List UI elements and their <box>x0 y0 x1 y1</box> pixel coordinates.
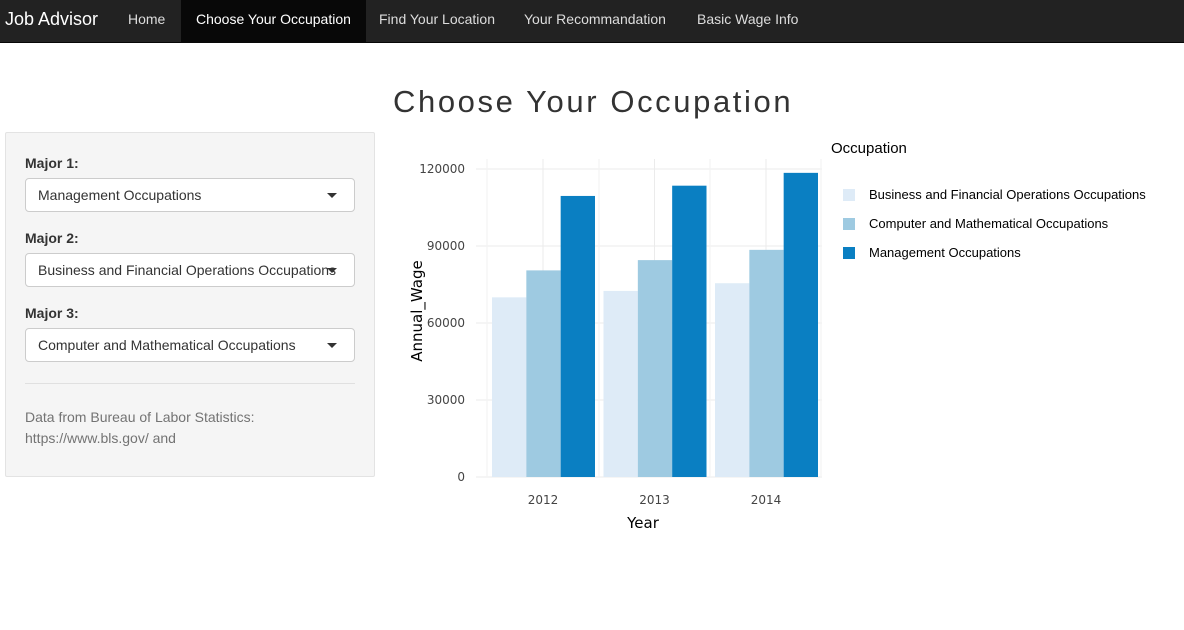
bar <box>492 297 527 477</box>
y-tick-label: 60000 <box>427 316 465 330</box>
major2-select[interactable]: Business and Financial Operations Occupa… <box>25 253 355 287</box>
chevron-down-icon <box>327 343 337 348</box>
nav-home[interactable]: Home <box>113 0 180 43</box>
bar <box>637 260 673 477</box>
data-source-url[interactable]: https://www.bls.gov/ and <box>25 428 355 449</box>
major2-value: Business and Financial Operations Occupa… <box>38 262 337 278</box>
nav-recommendation[interactable]: Your Recommandation <box>509 0 681 43</box>
legend-swatch <box>843 189 855 201</box>
nav-basic-wage-info[interactable]: Basic Wage Info <box>682 0 813 43</box>
bar <box>526 270 561 477</box>
nav-find-location[interactable]: Find Your Location <box>364 0 510 43</box>
x-tick-label: 2014 <box>751 493 782 507</box>
major1-select[interactable]: Management Occupations <box>25 178 355 212</box>
y-tick-label: 0 <box>457 470 465 484</box>
legend-swatch <box>843 247 855 259</box>
y-tick-label: 120000 <box>419 162 465 176</box>
bar <box>603 290 638 477</box>
wage-bar-chart: 0 30000 60000 90000 120000 2012 2013 2014 Year An… <box>408 159 822 532</box>
nav-choose-occupation[interactable]: Choose Your Occupation <box>181 0 366 43</box>
legend-swatch <box>843 218 855 230</box>
bar <box>715 283 750 477</box>
major1-label: Major 1: <box>25 155 79 171</box>
data-source-note: Data from Bureau of Labor Statistics: ht… <box>25 407 355 449</box>
major1-value: Management Occupations <box>38 187 202 203</box>
major3-select[interactable]: Computer and Mathematical Occupations <box>25 328 355 362</box>
data-source-line: Data from Bureau of Labor Statistics: <box>25 409 255 425</box>
x-tick-label: 2013 <box>639 493 670 507</box>
chevron-down-icon <box>327 193 337 198</box>
divider <box>25 383 355 384</box>
x-tick-label: 2012 <box>528 493 559 507</box>
navbar: Job Advisor Home Choose Your Occupation … <box>0 0 1184 43</box>
brand-title[interactable]: Job Advisor <box>5 0 98 43</box>
bar <box>749 249 784 477</box>
bar <box>672 185 707 477</box>
page-title: Choose Your Occupation <box>393 84 794 119</box>
legend-label: Business and Financial Operations Occupa… <box>869 187 1146 202</box>
major2-label: Major 2: <box>25 230 79 246</box>
bar <box>560 195 595 477</box>
bar <box>783 172 818 477</box>
chevron-down-icon <box>327 268 337 273</box>
y-tick-label: 30000 <box>427 393 465 407</box>
sidebar-panel: Major 1: Management Occupations Major 2:… <box>5 132 375 477</box>
major3-label: Major 3: <box>25 305 79 321</box>
major3-value: Computer and Mathematical Occupations <box>38 337 296 353</box>
y-tick-label: 90000 <box>427 239 465 253</box>
legend-label: Computer and Mathematical Occupations <box>869 216 1109 231</box>
x-axis-title: Year <box>626 514 660 532</box>
legend-title: Occupation <box>831 140 907 157</box>
y-axis-title: Annual_Wage <box>408 260 427 361</box>
legend-label: Management Occupations <box>869 245 1021 260</box>
